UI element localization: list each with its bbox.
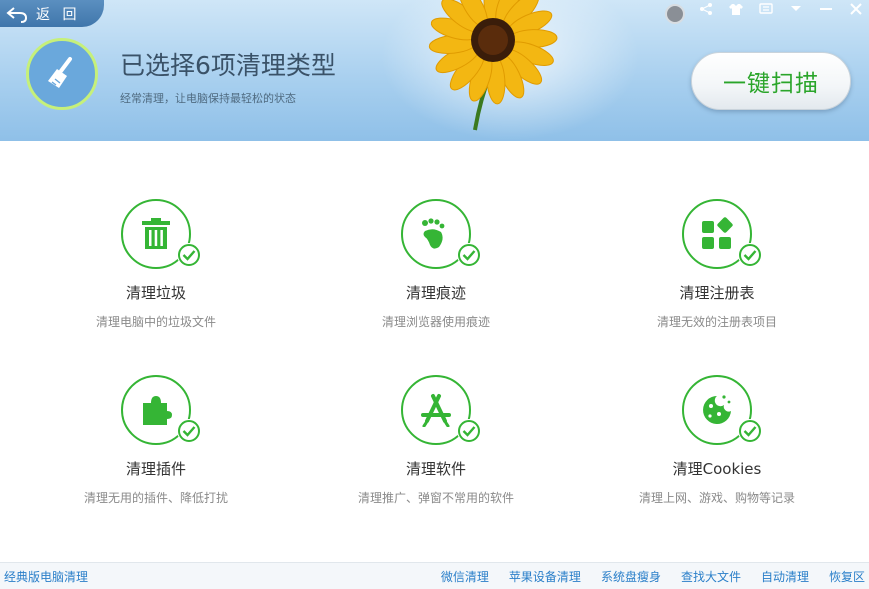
trash-icon xyxy=(142,218,170,249)
one-click-scan-button[interactable]: 一键扫描 xyxy=(691,52,851,110)
back-arrow-icon xyxy=(6,6,28,23)
category-icon-wrap xyxy=(121,199,201,269)
category-icon-wrap xyxy=(121,375,201,445)
footer-links: 微信清理 苹果设备清理 系统盘瘦身 查找大文件 自动清理 恢复区 xyxy=(441,568,865,585)
page-title: 已选择6项清理类型 xyxy=(120,51,336,80)
category-icon-wrap xyxy=(682,199,762,269)
recovery-area-link[interactable]: 恢复区 xyxy=(829,568,865,585)
checked-icon[interactable] xyxy=(457,243,481,267)
checked-icon[interactable] xyxy=(457,419,481,443)
back-button[interactable]: 返 回 xyxy=(0,0,104,27)
puzzle-icon xyxy=(143,396,172,425)
minimize-icon[interactable] xyxy=(817,2,835,16)
category-title: 清理Cookies xyxy=(672,460,762,478)
classic-cleanup-link[interactable]: 经典版电脑清理 xyxy=(4,568,88,585)
cookie-icon xyxy=(703,395,731,424)
category-icon-wrap xyxy=(401,375,481,445)
back-label: 返 回 xyxy=(36,6,81,23)
checked-icon[interactable] xyxy=(738,419,762,443)
category-icon-wrap xyxy=(682,375,762,445)
share-icon[interactable] xyxy=(697,2,715,16)
category-card-junk[interactable]: 清理垃圾 清理电脑中的垃圾文件 xyxy=(36,199,276,330)
checked-icon[interactable] xyxy=(177,419,201,443)
broom-icon xyxy=(48,57,72,88)
skin-icon[interactable] xyxy=(665,4,685,24)
auto-cleanup-link[interactable]: 自动清理 xyxy=(761,568,809,585)
category-desc: 清理浏览器使用痕迹 xyxy=(381,315,490,329)
system-disk-slim-link[interactable]: 系统盘瘦身 xyxy=(601,568,661,585)
app-store-icon xyxy=(421,394,451,427)
category-card-registry[interactable]: 清理注册表 清理无效的注册表项目 xyxy=(597,199,837,330)
apple-device-cleanup-link[interactable]: 苹果设备清理 xyxy=(509,568,581,585)
window-controls xyxy=(665,0,869,24)
category-title: 清理软件 xyxy=(405,460,466,478)
category-title: 清理注册表 xyxy=(679,284,755,302)
category-desc: 清理无用的插件、降低打扰 xyxy=(83,491,228,505)
dropdown-icon[interactable] xyxy=(787,2,805,16)
page-subtitle: 经常清理，让电脑保持最轻松的状态 xyxy=(120,92,296,105)
category-card-software[interactable]: 清理软件 清理推广、弹窗不常用的软件 xyxy=(316,375,556,506)
category-desc: 清理上网、游戏、购物等记录 xyxy=(638,491,795,505)
category-card-cookies[interactable]: 清理Cookies 清理上网、游戏、购物等记录 xyxy=(597,375,837,506)
checked-icon[interactable] xyxy=(738,243,762,267)
sunflower-image xyxy=(428,0,558,131)
find-large-files-link[interactable]: 查找大文件 xyxy=(681,568,741,585)
category-desc: 清理推广、弹窗不常用的软件 xyxy=(357,491,514,505)
footer-bar: 经典版电脑清理 微信清理 苹果设备清理 系统盘瘦身 查找大文件 自动清理 恢复区 xyxy=(0,562,869,589)
category-icon-wrap xyxy=(401,199,481,269)
category-title: 清理痕迹 xyxy=(405,284,466,302)
category-card-traces[interactable]: 清理痕迹 清理浏览器使用痕迹 xyxy=(316,199,556,330)
category-desc: 清理电脑中的垃圾文件 xyxy=(95,315,216,329)
category-desc: 清理无效的注册表项目 xyxy=(656,315,777,329)
registry-blocks-icon xyxy=(702,217,733,249)
category-title: 清理插件 xyxy=(125,460,186,478)
wechat-cleanup-link[interactable]: 微信清理 xyxy=(441,568,489,585)
checked-icon[interactable] xyxy=(177,243,201,267)
category-card-plugins[interactable]: 清理插件 清理无用的插件、降低打扰 xyxy=(36,375,276,506)
close-icon[interactable] xyxy=(847,2,865,16)
footprint-icon xyxy=(422,218,445,249)
broom-badge xyxy=(26,38,98,110)
menu-icon[interactable] xyxy=(757,2,775,16)
shirt-icon[interactable] xyxy=(727,2,745,16)
category-title: 清理垃圾 xyxy=(125,284,186,302)
header-banner: 返 回 已选择6项清理类型 经常清理，让电脑保持最轻松的状态 一键扫描 xyxy=(0,0,869,141)
